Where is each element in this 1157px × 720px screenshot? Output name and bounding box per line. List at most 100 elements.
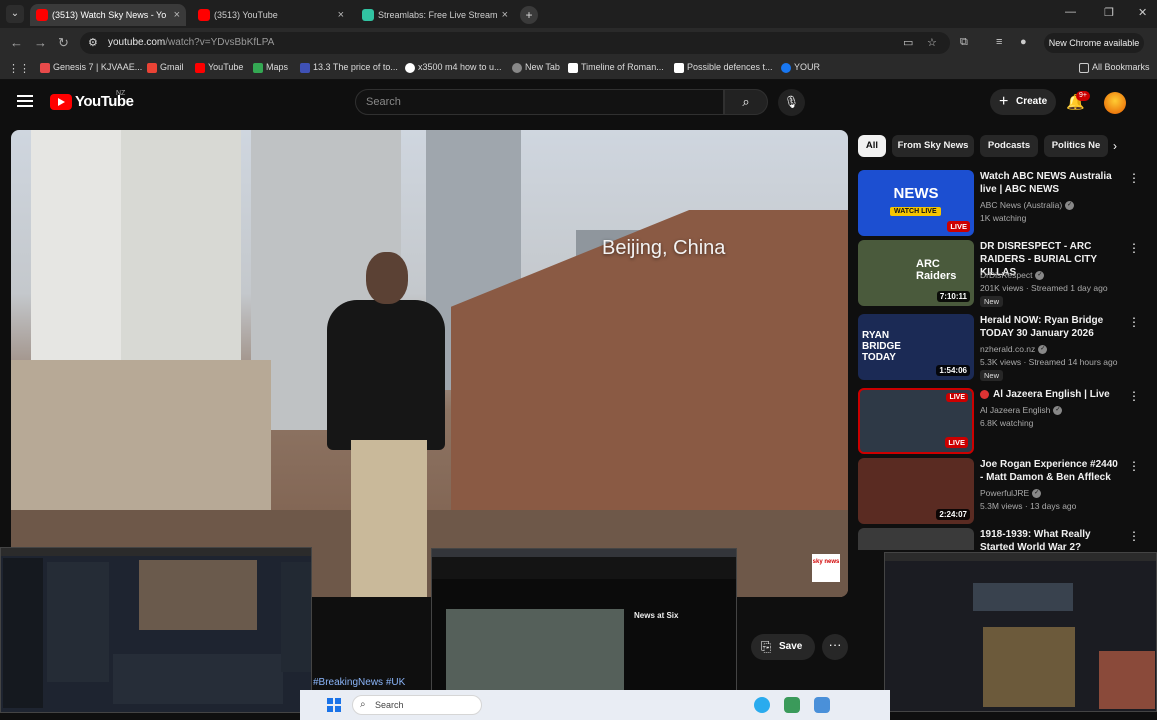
more-options-icon[interactable]: ⋮ xyxy=(1128,530,1140,542)
video-player[interactable]: Beijing, China sky news xyxy=(11,130,848,597)
globe-icon xyxy=(512,63,522,73)
bookmark-item[interactable]: YouTube xyxy=(195,62,243,73)
microphone-icon: 🎙 xyxy=(783,95,800,109)
bookmark-item[interactable]: Gmail xyxy=(147,62,184,73)
telegram-icon[interactable] xyxy=(754,697,770,713)
live-badge: LIVE xyxy=(947,221,970,232)
new-tab-button[interactable]: + xyxy=(520,6,538,24)
streamlabs-overlay-window[interactable] xyxy=(884,552,1157,712)
app-icon[interactable] xyxy=(814,697,830,713)
tab-sky-news[interactable]: (3513) Watch Sky News - Yo × xyxy=(30,4,186,26)
tab-streamlabs[interactable]: Streamlabs: Free Live Stream × xyxy=(356,4,514,26)
list-item[interactable]: ARC Raiders 7:10:11 DR DISRESPECT - ARC … xyxy=(858,240,1148,307)
search-button[interactable]: ⌕ xyxy=(724,89,768,115)
chip-from-sky-news[interactable]: From Sky News xyxy=(892,135,974,157)
bookmark-item[interactable]: Possible defences t... xyxy=(674,62,773,73)
voice-search-button[interactable]: 🎙 xyxy=(778,89,805,116)
list-item[interactable]: NEWS WATCH LIVE LIVE Watch ABC NEWS Aust… xyxy=(858,170,1148,236)
all-bookmarks-folder[interactable]: All Bookmarks xyxy=(1079,62,1150,73)
bookmark-item[interactable]: Timeline of Roman... xyxy=(568,62,664,73)
bookmark-item[interactable]: YOUR xyxy=(781,62,820,73)
video-title[interactable]: Watch ABC NEWS Australia live | ABC NEWS xyxy=(980,170,1122,196)
restore-icon[interactable]: ❐ xyxy=(1104,6,1114,19)
channel-name[interactable]: Al Jazeera English ✓ xyxy=(980,405,1063,416)
reading-mode-icon[interactable]: ≡ xyxy=(996,36,1002,48)
bookmark-item[interactable]: 13.3 The price of to... xyxy=(300,62,398,73)
chip-politics[interactable]: Politics Ne xyxy=(1044,135,1108,157)
youtube-header: YouTube NZ ⌕ 🎙 + Create 🔔 9+ xyxy=(0,80,1157,124)
more-options-icon[interactable]: ⋮ xyxy=(1128,460,1140,472)
verified-check-icon: ✓ xyxy=(1065,201,1075,211)
search-icon: ⌕ xyxy=(360,699,366,710)
tab-youtube[interactable]: (3513) YouTube × xyxy=(192,4,350,26)
video-title[interactable]: Al Jazeera English | Live xyxy=(980,388,1122,401)
save-button[interactable]: ⎘ Save xyxy=(751,634,815,660)
video-thumbnail[interactable] xyxy=(858,528,974,550)
tvnz-browser-window[interactable]: News at Six xyxy=(431,548,737,710)
menu-hamburger-icon[interactable] xyxy=(17,95,33,107)
bookmark-item[interactable]: x3500 m4 how to u... xyxy=(405,62,502,73)
channel-name[interactable]: ABC News (Australia) ✓ xyxy=(980,200,1075,211)
video-hashtags[interactable]: #BreakingNews #UK xyxy=(313,677,405,688)
avatar[interactable] xyxy=(1104,92,1126,114)
video-thumbnail[interactable]: RYAN BRIDGE TODAY 1:54:06 xyxy=(858,314,974,380)
address-bar[interactable]: ⚙ youtube.com/watch?v=YDvsBbKfLPA xyxy=(80,32,950,54)
video-title[interactable]: 1918-1939: What Really Started World War… xyxy=(980,528,1122,550)
more-options-icon[interactable]: ⋮ xyxy=(1128,242,1140,254)
video-thumbnail[interactable]: NEWS WATCH LIVE LIVE xyxy=(858,170,974,236)
list-item[interactable]: LIVE LIVE Al Jazeera English | Live Al J… xyxy=(858,388,1148,454)
bookmark-item[interactable]: New Tab xyxy=(512,62,560,73)
bookmark-favicon-icon xyxy=(674,63,684,73)
back-arrow-icon[interactable]: ← xyxy=(10,35,23,50)
streaming-software-window[interactable] xyxy=(0,547,312,713)
new-chrome-available-button[interactable]: New Chrome available xyxy=(1044,33,1144,53)
new-badge: New xyxy=(980,370,1004,381)
video-thumbnail[interactable]: 2:24:07 xyxy=(858,458,974,524)
more-actions-button[interactable]: ··· xyxy=(822,634,848,660)
sky-news-bug: sky news xyxy=(812,554,840,582)
channel-name[interactable]: nzherald.co.nz ✓ xyxy=(980,344,1048,355)
minimize-icon[interactable]: — xyxy=(1065,6,1076,18)
more-options-icon[interactable]: ⋮ xyxy=(1128,390,1140,402)
extensions-icon[interactable]: ⧉ xyxy=(960,36,968,49)
channel-label: ABC News (Australia) xyxy=(980,200,1063,210)
bookmark-star-icon[interactable]: ☆ xyxy=(927,36,937,49)
list-item[interactable]: 2:24:07 Joe Rogan Experience #2440 - Mat… xyxy=(858,458,1148,524)
close-tab-icon[interactable]: × xyxy=(338,4,344,26)
windows-start-icon[interactable] xyxy=(327,698,341,712)
duration-badge: 1:54:06 xyxy=(936,365,970,376)
channel-name[interactable]: PowerfulJRE ✓ xyxy=(980,488,1042,499)
video-thumbnail[interactable]: LIVE LIVE xyxy=(858,388,974,454)
app-icon[interactable] xyxy=(784,697,800,713)
forward-arrow-icon[interactable]: → xyxy=(34,35,47,50)
bookmark-item[interactable]: Maps xyxy=(253,62,288,73)
profile-icon[interactable]: ● xyxy=(1020,36,1027,48)
search-input[interactable] xyxy=(366,94,706,110)
close-window-icon[interactable]: ✕ xyxy=(1138,6,1147,19)
video-thumbnail[interactable]: ARC Raiders 7:10:11 xyxy=(858,240,974,306)
apps-grid-icon[interactable]: ⋮⋮ xyxy=(8,62,30,75)
video-title[interactable]: Joe Rogan Experience #2440 - Matt Damon … xyxy=(980,458,1122,484)
close-tab-icon[interactable]: × xyxy=(502,4,508,26)
channel-name[interactable]: DrDisRespect ✓ xyxy=(980,270,1045,281)
list-item[interactable]: 1918-1939: What Really Started World War… xyxy=(858,528,1148,550)
site-info-icon[interactable]: ⚙ xyxy=(88,36,98,49)
video-title[interactable]: Herald NOW: Ryan Bridge TODAY 30 January… xyxy=(980,314,1122,340)
youtube-icon xyxy=(195,63,205,73)
create-button[interactable]: + Create xyxy=(990,89,1056,115)
list-item[interactable]: RYAN BRIDGE TODAY 1:54:06 Herald NOW: Ry… xyxy=(858,314,1148,381)
more-options-icon[interactable]: ⋮ xyxy=(1128,316,1140,328)
close-tab-icon[interactable]: × xyxy=(174,4,180,26)
tab-search-chevron-down-icon[interactable]: ⌄ xyxy=(6,5,24,23)
tvnz-nav-bar xyxy=(432,557,736,579)
bookmark-item[interactable]: Genesis 7 | KJVAAE... xyxy=(40,62,142,73)
chip-podcasts[interactable]: Podcasts xyxy=(980,135,1038,157)
cast-icon[interactable]: ▭ xyxy=(903,36,913,49)
channel-label: PowerfulJRE xyxy=(980,488,1030,498)
chevron-right-icon[interactable]: › xyxy=(1113,139,1117,153)
chip-all[interactable]: All xyxy=(858,135,886,157)
more-options-icon[interactable]: ⋮ xyxy=(1128,172,1140,184)
youtube-logo-icon[interactable] xyxy=(50,94,72,110)
taskbar-search[interactable]: ⌕ Search xyxy=(352,695,482,715)
reload-icon[interactable]: ↻ xyxy=(58,35,69,51)
